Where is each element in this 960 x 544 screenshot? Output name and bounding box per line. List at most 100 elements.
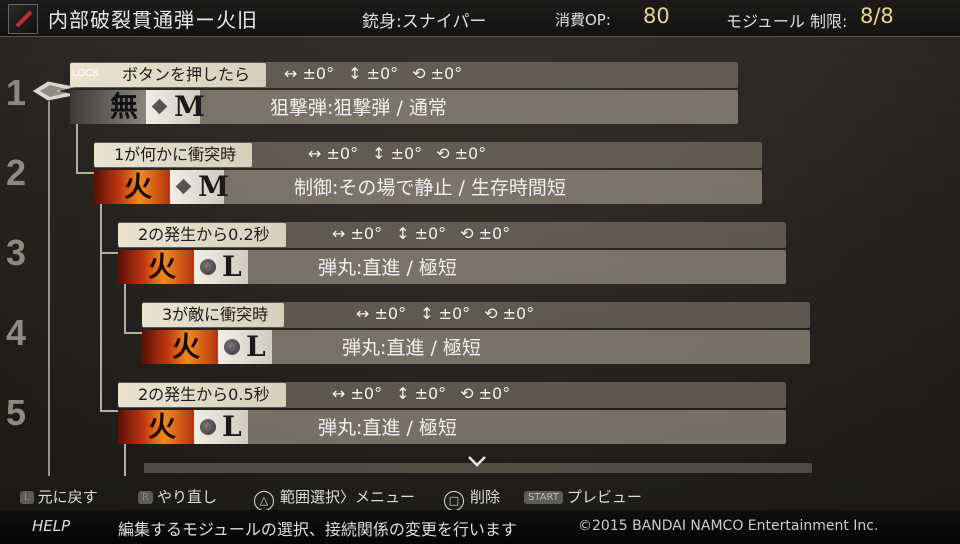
size-label: M xyxy=(198,170,229,203)
lock-label: LOCK xyxy=(72,68,100,79)
hint-undo[interactable]: L 元に戻す xyxy=(20,486,98,507)
module-description: 弾丸:直進 / 極短 xyxy=(342,337,481,359)
module-condition: 2の発生から0.5秒 xyxy=(118,383,286,407)
tree-connector xyxy=(76,124,78,172)
vertical-angle: ↕ ±0° xyxy=(420,304,471,323)
op-cost-value: 80 xyxy=(643,4,670,28)
rotation-angle: ⟲ ±0° xyxy=(412,64,463,83)
help-label: HELP xyxy=(32,517,71,535)
tree-connector xyxy=(124,332,144,334)
size-icon: M xyxy=(170,170,229,204)
size-icon: L xyxy=(218,330,272,364)
level-number: 1 xyxy=(6,72,27,113)
hint-range-select[interactable]: △ 範囲選択〉メニュー xyxy=(254,486,415,511)
button-hints: L 元に戻す R やり直し △ 範囲選択〉メニュー □ 削除 START プレビュー xyxy=(0,480,960,511)
rotation-angle: ⟲ ±0° xyxy=(460,384,511,403)
level-track-line xyxy=(48,86,50,476)
hint-preview-label: プレビュー xyxy=(566,488,642,506)
vertical-angle: ↕ ±0° xyxy=(396,224,447,243)
size-label: L xyxy=(246,330,266,363)
tree-connector xyxy=(76,172,96,174)
module-description: 制御:その場で静止 / 生存時間短 xyxy=(294,177,566,199)
size-icon: L xyxy=(194,250,248,284)
element-label: 火 xyxy=(124,170,153,203)
fire-element-icon: 火 xyxy=(94,170,170,204)
hint-delete-label: 削除 xyxy=(470,488,501,506)
bullet-name: 内部破裂貫通弾ー火旧 xyxy=(48,8,258,32)
square-button-icon: □ xyxy=(444,491,464,511)
copyright: ©2015 BANDAI NAMCO Entertainment Inc. xyxy=(578,518,879,534)
hint-redo-label: やり直し xyxy=(156,488,217,506)
level-number: 2 xyxy=(6,152,27,193)
horizontal-angle: ↔ ±0° xyxy=(308,144,359,163)
element-label: 火 xyxy=(172,330,201,363)
size-icon: L xyxy=(194,410,248,444)
vertical-angle: ↕ ±0° xyxy=(348,64,399,83)
rotation-angle: ⟲ ±0° xyxy=(460,224,511,243)
module-description: 弾丸:直進 / 極短 xyxy=(318,257,457,279)
tree-connector xyxy=(100,200,102,410)
help-bar: HELP 編集するモジュールの選択、接続関係の変更を行います ©2015 BAN… xyxy=(0,510,960,544)
module-row[interactable]: 2の発生から0.5秒 ↔ ±0° ↕ ±0° ⟲ ±0° 火 L 弾丸:直進 / 極… xyxy=(118,382,786,444)
module-condition: ボタンを押したら xyxy=(70,63,267,87)
vertical-angle: ↕ ±0° xyxy=(396,384,447,403)
vertical-angle: ↕ ±0° xyxy=(372,144,423,163)
horizontal-angle: ↔ ±0° xyxy=(284,64,335,83)
module-condition: 2の発生から0.2秒 xyxy=(118,223,286,247)
barrel-type: 銃身:スナイパー xyxy=(362,12,487,32)
hint-range-select-label: 範囲選択〉メニュー xyxy=(280,488,416,506)
size-icon: M xyxy=(146,90,205,124)
module-angles: ↔ ±0° ↕ ±0° ⟲ ±0° xyxy=(308,144,500,163)
size-label: M xyxy=(174,90,205,123)
diamond-icon xyxy=(151,98,168,115)
horizontal-angle: ↔ ±0° xyxy=(332,224,383,243)
hint-undo-label: 元に戻す xyxy=(37,488,98,506)
size-label: L xyxy=(222,410,242,443)
module-angles: ↔ ±0° ↕ ±0° ⟲ ±0° xyxy=(356,304,548,323)
triangle-button-icon: △ xyxy=(254,491,274,511)
element-label: 火 xyxy=(148,410,177,443)
help-text: 編集するモジュールの選択、接続関係の変更を行います xyxy=(118,520,517,539)
edit-pencil-icon xyxy=(8,4,38,34)
rotation-angle: ⟲ ±0° xyxy=(484,304,535,323)
tree-connector xyxy=(124,440,126,476)
module-description: 弾丸:直進 / 極短 xyxy=(318,417,457,439)
module-limit-label: モジュール 制限: xyxy=(726,12,848,31)
scroll-down-chevron-icon[interactable] xyxy=(467,451,487,471)
module-row[interactable]: 1が何かに衝突時 ↔ ±0° ↕ ±0° ⟲ ±0° 火 M 制御:その場で静止 /… xyxy=(94,142,762,204)
level-number: 3 xyxy=(6,232,27,273)
horizontal-angle: ↔ ±0° xyxy=(332,384,383,403)
fire-element-icon: 火 xyxy=(142,330,218,364)
gear-dot-icon xyxy=(200,259,216,275)
diamond-icon xyxy=(175,178,192,195)
fire-element-icon: 火 xyxy=(118,250,194,284)
hint-redo[interactable]: R やり直し xyxy=(138,486,217,507)
module-row[interactable]: ボタンを押したら ↔ ±0° ↕ ±0° ⟲ ±0° 無 M 狙撃弾:狙撃弾 / 通… xyxy=(70,62,738,124)
level-number: 4 xyxy=(6,312,27,353)
module-angles: ↔ ±0° ↕ ±0° ⟲ ±0° xyxy=(332,384,524,403)
r-button-icon: R xyxy=(138,491,153,504)
start-button-icon: START xyxy=(524,491,563,504)
horizontal-angle: ↔ ±0° xyxy=(356,304,407,323)
tree-connector xyxy=(100,252,120,254)
module-row[interactable]: 3が敵に衝突時 ↔ ±0° ↕ ±0° ⟲ ±0° 火 L 弾丸:直進 / 極短 xyxy=(142,302,810,364)
top-bar: 内部破裂貫通弾ー火旧 銃身:スナイパー 消費OP: 80 モジュール 制限: 8… xyxy=(0,0,960,37)
module-description: 狙撃弾:狙撃弾 / 通常 xyxy=(270,97,447,119)
rotation-angle: ⟲ ±0° xyxy=(436,144,487,163)
l-button-icon: L xyxy=(20,491,34,504)
gear-dot-icon xyxy=(224,339,240,355)
module-row[interactable]: 2の発生から0.2秒 ↔ ±0° ↕ ±0° ⟲ ±0° 火 L 弾丸:直進 / 極… xyxy=(118,222,786,284)
module-limit-value: 8/8 xyxy=(860,4,894,28)
module-condition: 1が何かに衝突時 xyxy=(94,143,253,167)
element-label: 無 xyxy=(110,90,139,123)
element-label: 火 xyxy=(148,250,177,283)
op-cost-label: 消費OP: xyxy=(555,11,611,29)
size-label: L xyxy=(222,250,242,283)
element-icon: 無 xyxy=(70,90,146,124)
hint-preview[interactable]: START プレビュー xyxy=(524,486,642,507)
module-angles: ↔ ±0° ↕ ±0° ⟲ ±0° xyxy=(284,64,476,83)
tree-connector xyxy=(100,410,120,412)
hint-delete[interactable]: □ 削除 xyxy=(444,486,500,511)
level-number: 5 xyxy=(6,392,27,433)
module-angles: ↔ ±0° ↕ ±0° ⟲ ±0° xyxy=(332,224,524,243)
